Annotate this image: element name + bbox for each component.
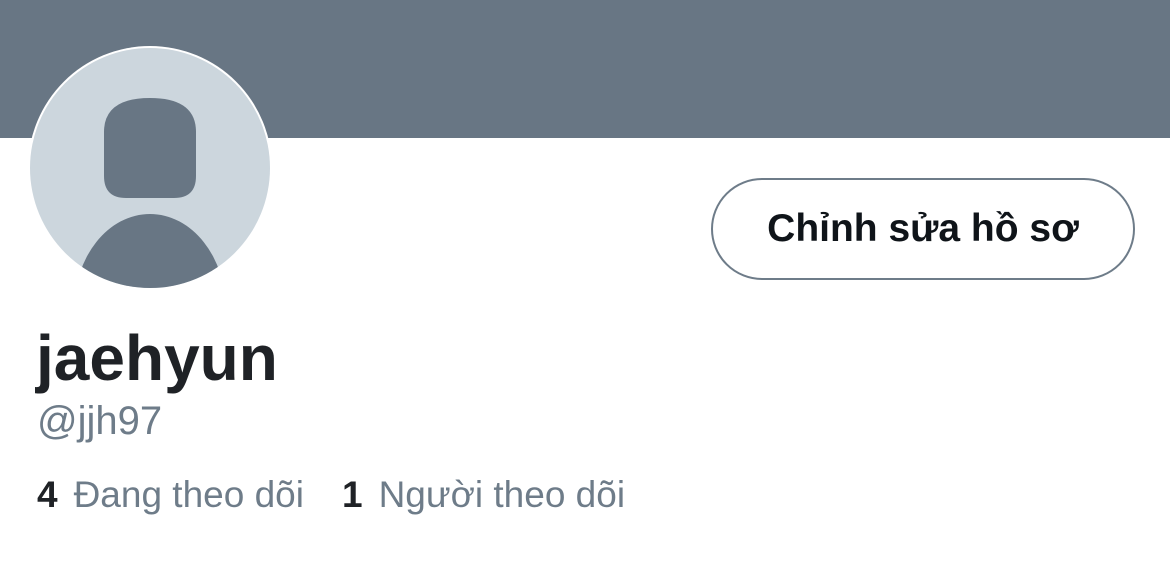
default-user-avatar-icon	[30, 48, 270, 288]
followers-stat-link[interactable]: 1 Người theo dõi	[342, 470, 625, 520]
followers-count: 1	[341, 474, 363, 515]
profile-avatar[interactable]	[28, 46, 272, 290]
follow-stats: 4 Đang theo dõi 1 Người theo dõi	[37, 470, 625, 520]
profile-handle: @jjh97	[37, 399, 163, 443]
following-stat-link[interactable]: 4 Đang theo dõi	[37, 470, 304, 520]
profile-display-name: jaehyun	[36, 322, 278, 394]
following-count: 4	[37, 474, 58, 515]
followers-label: Người theo dõi	[378, 474, 626, 515]
profile-page: Chỉnh sửa hồ sơ jaehyun @jjh97 4 Đang th…	[0, 0, 1170, 577]
edit-profile-button[interactable]: Chỉnh sửa hồ sơ	[711, 178, 1135, 280]
following-label: Đang theo dõi	[73, 474, 304, 515]
